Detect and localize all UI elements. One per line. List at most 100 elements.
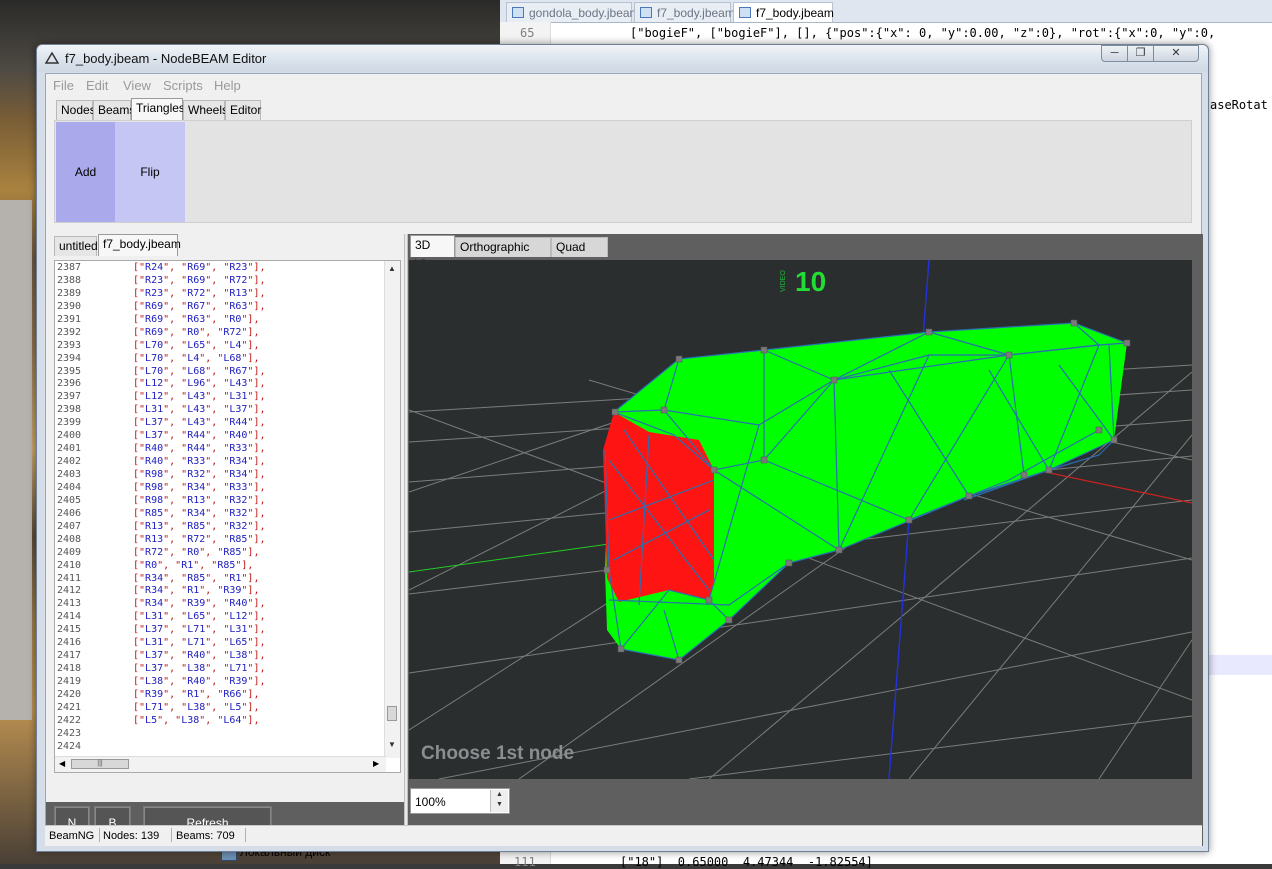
- tab-orthographic-view[interactable]: Orthographic View: [455, 237, 551, 273]
- vertical-scrollbar[interactable]: ▲ ▼: [384, 261, 400, 758]
- bg-line-number: 111: [514, 855, 536, 869]
- node-id: R23: [145, 287, 164, 299]
- code-line: 2389 ["R23", "R72", "R13"],: [55, 287, 385, 300]
- scroll-right-icon[interactable]: ▶: [373, 759, 379, 768]
- minimize-button[interactable]: ─: [1101, 45, 1128, 62]
- code-line: 2416 ["L31", "L71", "L65"],: [55, 636, 385, 649]
- tab-triangles[interactable]: Triangles: [131, 98, 185, 120]
- title-bar[interactable]: f7_body.jbeam - NodeBEAM Editor ─ ❐ ✕: [37, 45, 1208, 72]
- node-id: R98: [145, 469, 164, 480]
- menu-edit[interactable]: Edit: [86, 78, 108, 93]
- triangle-entry: ["R98", "R13", "R32"],: [133, 494, 266, 506]
- line-number: 2392: [57, 326, 82, 338]
- triangle-entry: ["L37", "L38", "L71"],: [133, 663, 266, 675]
- code-line: 2401 ["R40", "R44", "R33"],: [55, 442, 385, 455]
- node-id: L96: [187, 378, 206, 390]
- node-id: R72: [145, 546, 164, 558]
- scroll-left-icon[interactable]: ◀: [59, 759, 65, 768]
- triangle-entry: ["L31", "L65", "L12"],: [133, 611, 266, 623]
- tab-3d-view[interactable]: 3D View: [410, 235, 455, 271]
- bg-tab-f7-body-2[interactable]: f7_body.jbeam: [733, 2, 834, 22]
- close-button[interactable]: ✕: [1153, 45, 1199, 62]
- scroll-up-icon[interactable]: ▲: [388, 264, 396, 273]
- menu-scripts[interactable]: Scripts: [163, 78, 203, 93]
- node-id: R67: [229, 365, 248, 377]
- scrollbar-thumb[interactable]: |||: [71, 759, 129, 769]
- triangle-entry: ["R24", "R69", "R23"],: [133, 262, 266, 273]
- tab-wheels[interactable]: Wheels: [183, 100, 228, 120]
- code-line: 2391 ["R69", "R63", "R0"],: [55, 313, 385, 326]
- code-line: 2400 ["L37", "R44", "R40"],: [55, 429, 385, 442]
- node-id: L43: [187, 404, 206, 416]
- spin-up-icon[interactable]: ▲: [496, 791, 503, 798]
- maximize-button[interactable]: ❐: [1127, 45, 1154, 62]
- flip-triangle-button[interactable]: Flip: [115, 122, 185, 222]
- scroll-down-icon[interactable]: ▼: [388, 740, 396, 749]
- zoom-spinbox[interactable]: 100% ▲ ▼: [410, 788, 510, 814]
- menu-view[interactable]: View: [123, 78, 151, 93]
- spin-down-icon[interactable]: ▼: [496, 801, 503, 808]
- triangle-entry: ["R98", "R34", "R33"],: [133, 481, 266, 493]
- node-id: L70: [145, 339, 164, 351]
- jbeam-text-editor[interactable]: 2387 ["R24", "R69", "R23"], 2388 ["R23", "R…: [54, 260, 401, 773]
- bg-line-number: 65: [520, 26, 535, 40]
- node-id: L12: [145, 391, 164, 403]
- code-line: 2387 ["R24", "R69", "R23"],: [55, 261, 385, 274]
- video-hud: VIDEO 10: [780, 266, 826, 297]
- triangle-entry: ["R34", "R1", "R39"],: [133, 585, 260, 597]
- tab-nodes[interactable]: Nodes: [56, 100, 96, 120]
- node-id: L65: [187, 339, 206, 351]
- line-number: 2403: [57, 469, 82, 480]
- node-id: L31: [229, 391, 248, 403]
- status-app: BeamNG: [49, 830, 95, 842]
- code-line: 2403 ["R98", "R32", "R34"],: [55, 468, 385, 481]
- bg-tab-gondola[interactable]: gondola_body.jbeam: [506, 2, 640, 22]
- add-triangle-button[interactable]: Add: [56, 122, 115, 222]
- line-number: 2419: [57, 676, 82, 687]
- zoom-spin-buttons[interactable]: ▲ ▼: [490, 790, 508, 812]
- scrollbar-thumb[interactable]: [387, 706, 397, 721]
- node-id: R40: [229, 598, 248, 610]
- code-line: 2414 ["L31", "L65", "L12"],: [55, 610, 385, 623]
- node-id: R13: [145, 533, 164, 545]
- 3d-viewport[interactable]: VIDEO 10 Choose 1st node: [409, 260, 1192, 779]
- tab-editor[interactable]: Editor: [225, 100, 261, 120]
- tab-f7-body[interactable]: f7_body.jbeam: [98, 234, 181, 256]
- triangle-entry: ["L70", "L65", "L4"],: [133, 339, 260, 351]
- tab-untitled[interactable]: untitled: [54, 236, 98, 256]
- nodebeam-window: f7_body.jbeam - NodeBEAM Editor ─ ❐ ✕ Fi…: [36, 44, 1209, 852]
- node-id: L4: [229, 339, 242, 351]
- tab-quad-view[interactable]: Quad View: [551, 237, 608, 273]
- horizontal-scrollbar[interactable]: ◀ ||| ▶: [55, 756, 386, 772]
- code-line: 2388 ["R23", "R69", "R72"],: [55, 274, 385, 287]
- background-pillar: [0, 200, 32, 720]
- bg-tab-f7-body-1[interactable]: f7_body.jbeam: [634, 2, 735, 22]
- background-tab-bar: gondola_body.jbeam f7_body.jbeam f7_body…: [500, 0, 1272, 23]
- node-id: R34: [229, 469, 248, 480]
- node-id: L5: [145, 714, 158, 726]
- node-id: R24: [145, 262, 164, 273]
- node-id: L71: [145, 701, 164, 713]
- line-number: 2422: [57, 714, 82, 726]
- menu-file[interactable]: File: [53, 78, 74, 93]
- code-line: 2396 ["L12", "L96", "L43"],: [55, 377, 385, 390]
- triangle-entry: ["L37", "R44", "R40"],: [133, 430, 266, 442]
- menu-help[interactable]: Help: [214, 78, 241, 93]
- node-id: R23: [229, 262, 248, 273]
- tab-beams[interactable]: Beams: [93, 100, 135, 120]
- code-line: 2405 ["R98", "R13", "R32"],: [55, 494, 385, 507]
- zoom-value[interactable]: 100%: [415, 795, 446, 809]
- triangle-entry: ["L71", "L38", "L5"],: [133, 701, 260, 713]
- node-id: R39: [223, 585, 242, 597]
- node-id: L38: [187, 701, 206, 713]
- hud-label: VIDEO: [780, 270, 787, 292]
- code-line: 2423: [55, 727, 385, 740]
- node-id: R44: [187, 430, 206, 442]
- line-number: 2417: [57, 650, 82, 662]
- node-id: R34: [229, 456, 248, 468]
- node-id: L37: [145, 663, 164, 675]
- node-id: R72: [187, 287, 206, 299]
- node-id: R13: [187, 494, 206, 506]
- line-number: 2420: [57, 688, 82, 700]
- triangle-entry: ["L5", "L38", "L64"],: [133, 714, 260, 726]
